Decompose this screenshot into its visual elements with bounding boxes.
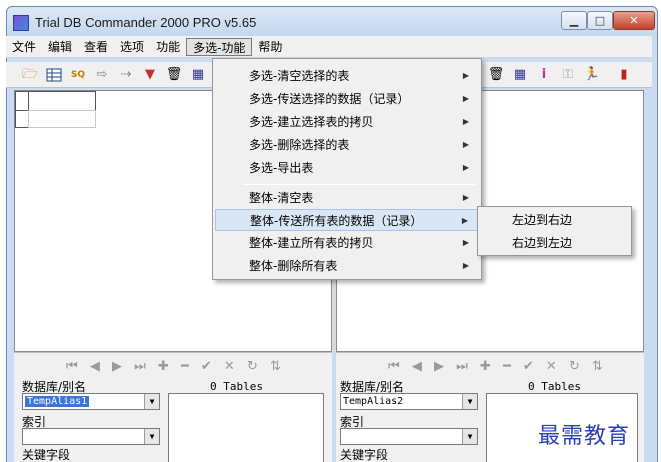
chevron-right-icon: ▶ bbox=[462, 163, 469, 172]
chevron-right-icon: ▶ bbox=[462, 261, 469, 270]
grid-header-cell[interactable] bbox=[28, 91, 96, 111]
tables-count: 0 Tables bbox=[210, 380, 263, 393]
menu-item-copy-all[interactable]: 整体-建立所有表的拷贝 ▶ bbox=[215, 232, 479, 254]
tables-count: 0 Tables bbox=[528, 380, 581, 393]
filter-icon[interactable]: ▼ bbox=[142, 67, 158, 83]
arrow-right-icon[interactable]: ⇨ bbox=[94, 67, 110, 83]
db-alias-value: TempAlias2 bbox=[343, 396, 404, 407]
db-alias-select[interactable]: TempAlias2 ▼ bbox=[340, 393, 478, 410]
index-select[interactable]: ▼ bbox=[22, 428, 160, 445]
menu-item-delete-selected[interactable]: 多选-删除选择的表 ▶ bbox=[215, 134, 479, 156]
run-icon[interactable]: 🏃 bbox=[584, 67, 600, 83]
menu-item-copy-selected[interactable]: 多选-建立选择表的拷贝 ▶ bbox=[215, 111, 479, 133]
chevron-right-icon: ▶ bbox=[462, 238, 469, 247]
chevron-right-icon: ▶ bbox=[462, 71, 469, 80]
maximize-button[interactable]: □ bbox=[587, 11, 613, 30]
menu-item-export-tables[interactable]: 多选-导出表 ▶ bbox=[215, 157, 479, 179]
delete-table-icon[interactable]: 🗑 bbox=[166, 67, 183, 83]
info-icon[interactable]: i bbox=[536, 67, 552, 83]
menu-options[interactable]: 选项 bbox=[114, 38, 150, 56]
database-icon[interactable]: ▦ bbox=[190, 67, 206, 83]
submenu-left-to-right[interactable]: 左边到右边 bbox=[512, 209, 572, 231]
menu-separator bbox=[243, 184, 475, 185]
db-alias-value: TempAlias1 bbox=[25, 396, 90, 407]
menu-item-clear-all[interactable]: 整体-清空表 ▶ bbox=[215, 187, 479, 209]
menu-item-clear-selected[interactable]: 多选-清空选择的表 ▶ bbox=[215, 65, 479, 87]
left-navigator[interactable]: ⏮ ◀ ▶ ⏭ ✚ ━ ✔ ✕ ↻ ⇅ bbox=[66, 359, 285, 377]
chevron-right-icon: ▶ bbox=[461, 216, 468, 225]
chevron-right-icon: ▶ bbox=[462, 140, 469, 149]
menu-bar: 文件 编辑 查看 选项 功能 多选-功能 帮助 bbox=[6, 36, 652, 58]
exit-icon[interactable]: ▮ bbox=[616, 67, 632, 83]
folder-open-icon[interactable]: 🗁 bbox=[22, 67, 38, 83]
index-select[interactable]: ▼ bbox=[340, 428, 478, 445]
grid-indicator-cell bbox=[15, 91, 29, 111]
chevron-right-icon: ▶ bbox=[462, 193, 469, 202]
transfer-direction-submenu: 左边到右边 右边到左边 bbox=[477, 206, 632, 256]
minimize-button[interactable]: ▁ bbox=[561, 11, 587, 30]
multi-functions-menu: 多选-清空选择的表 ▶ 多选-传送选择的数据（记录） ▶ 多选-建立选择表的拷贝 ▶ … bbox=[212, 58, 482, 280]
grid-cell[interactable] bbox=[28, 110, 96, 128]
export-icon[interactable]: ⇢ bbox=[118, 67, 134, 83]
menu-help[interactable]: 帮助 bbox=[252, 38, 288, 56]
key-field-label: 关键字段 bbox=[22, 448, 71, 462]
table-icon[interactable] bbox=[46, 67, 62, 83]
chevron-down-icon[interactable]: ▼ bbox=[462, 394, 477, 409]
menu-edit[interactable]: 编辑 bbox=[42, 38, 78, 56]
tables-list[interactable] bbox=[168, 393, 324, 462]
key-icon[interactable]: ⚿ bbox=[560, 67, 576, 83]
menu-multi-functions[interactable]: 多选-功能 bbox=[186, 37, 253, 56]
right-navigator[interactable]: ⏮ ◀ ▶ ⏭ ✚ ━ ✔ ✕ ↻ ⇅ bbox=[388, 359, 607, 377]
db-alias-select[interactable]: TempAlias1 ▼ bbox=[22, 393, 160, 410]
chevron-down-icon[interactable]: ▼ bbox=[462, 429, 477, 444]
menu-view[interactable]: 查看 bbox=[78, 38, 114, 56]
left-database-panel: ⏮ ◀ ▶ ⏭ ✚ ━ ✔ ✕ ↻ ⇅ 数据库/别名 0 Tables Temp… bbox=[14, 352, 332, 462]
menu-functions[interactable]: 功能 bbox=[150, 38, 186, 56]
delete-table-icon[interactable]: 🗑 bbox=[488, 67, 505, 83]
database-icon[interactable]: ▦ bbox=[512, 67, 528, 83]
submenu-right-to-left[interactable]: 右边到左边 bbox=[512, 232, 572, 254]
chevron-down-icon[interactable]: ▼ bbox=[144, 429, 159, 444]
app-icon bbox=[13, 15, 29, 31]
menu-file[interactable]: 文件 bbox=[6, 38, 42, 56]
chevron-right-icon: ▶ bbox=[462, 94, 469, 103]
title-bar[interactable]: Trial DB Commander 2000 PRO v5.65 ▁ □ ✕ bbox=[7, 7, 657, 37]
window-title: Trial DB Commander 2000 PRO v5.65 bbox=[35, 15, 257, 30]
menu-item-transfer-selected[interactable]: 多选-传送选择的数据（记录） ▶ bbox=[215, 88, 479, 110]
key-field-label: 关键字段 bbox=[340, 448, 389, 462]
close-button[interactable]: ✕ bbox=[613, 11, 655, 30]
grid-indicator-cell bbox=[15, 110, 29, 128]
chevron-right-icon: ▶ bbox=[462, 117, 469, 126]
sql-icon[interactable]: SQ bbox=[70, 67, 86, 83]
chevron-down-icon[interactable]: ▼ bbox=[144, 394, 159, 409]
menu-item-transfer-all[interactable]: 整体-传送所有表的数据（记录） ▶ bbox=[215, 209, 479, 231]
watermark-text: 最需教育 bbox=[538, 424, 631, 449]
menu-item-delete-all[interactable]: 整体-删除所有表 ▶ bbox=[215, 255, 479, 277]
